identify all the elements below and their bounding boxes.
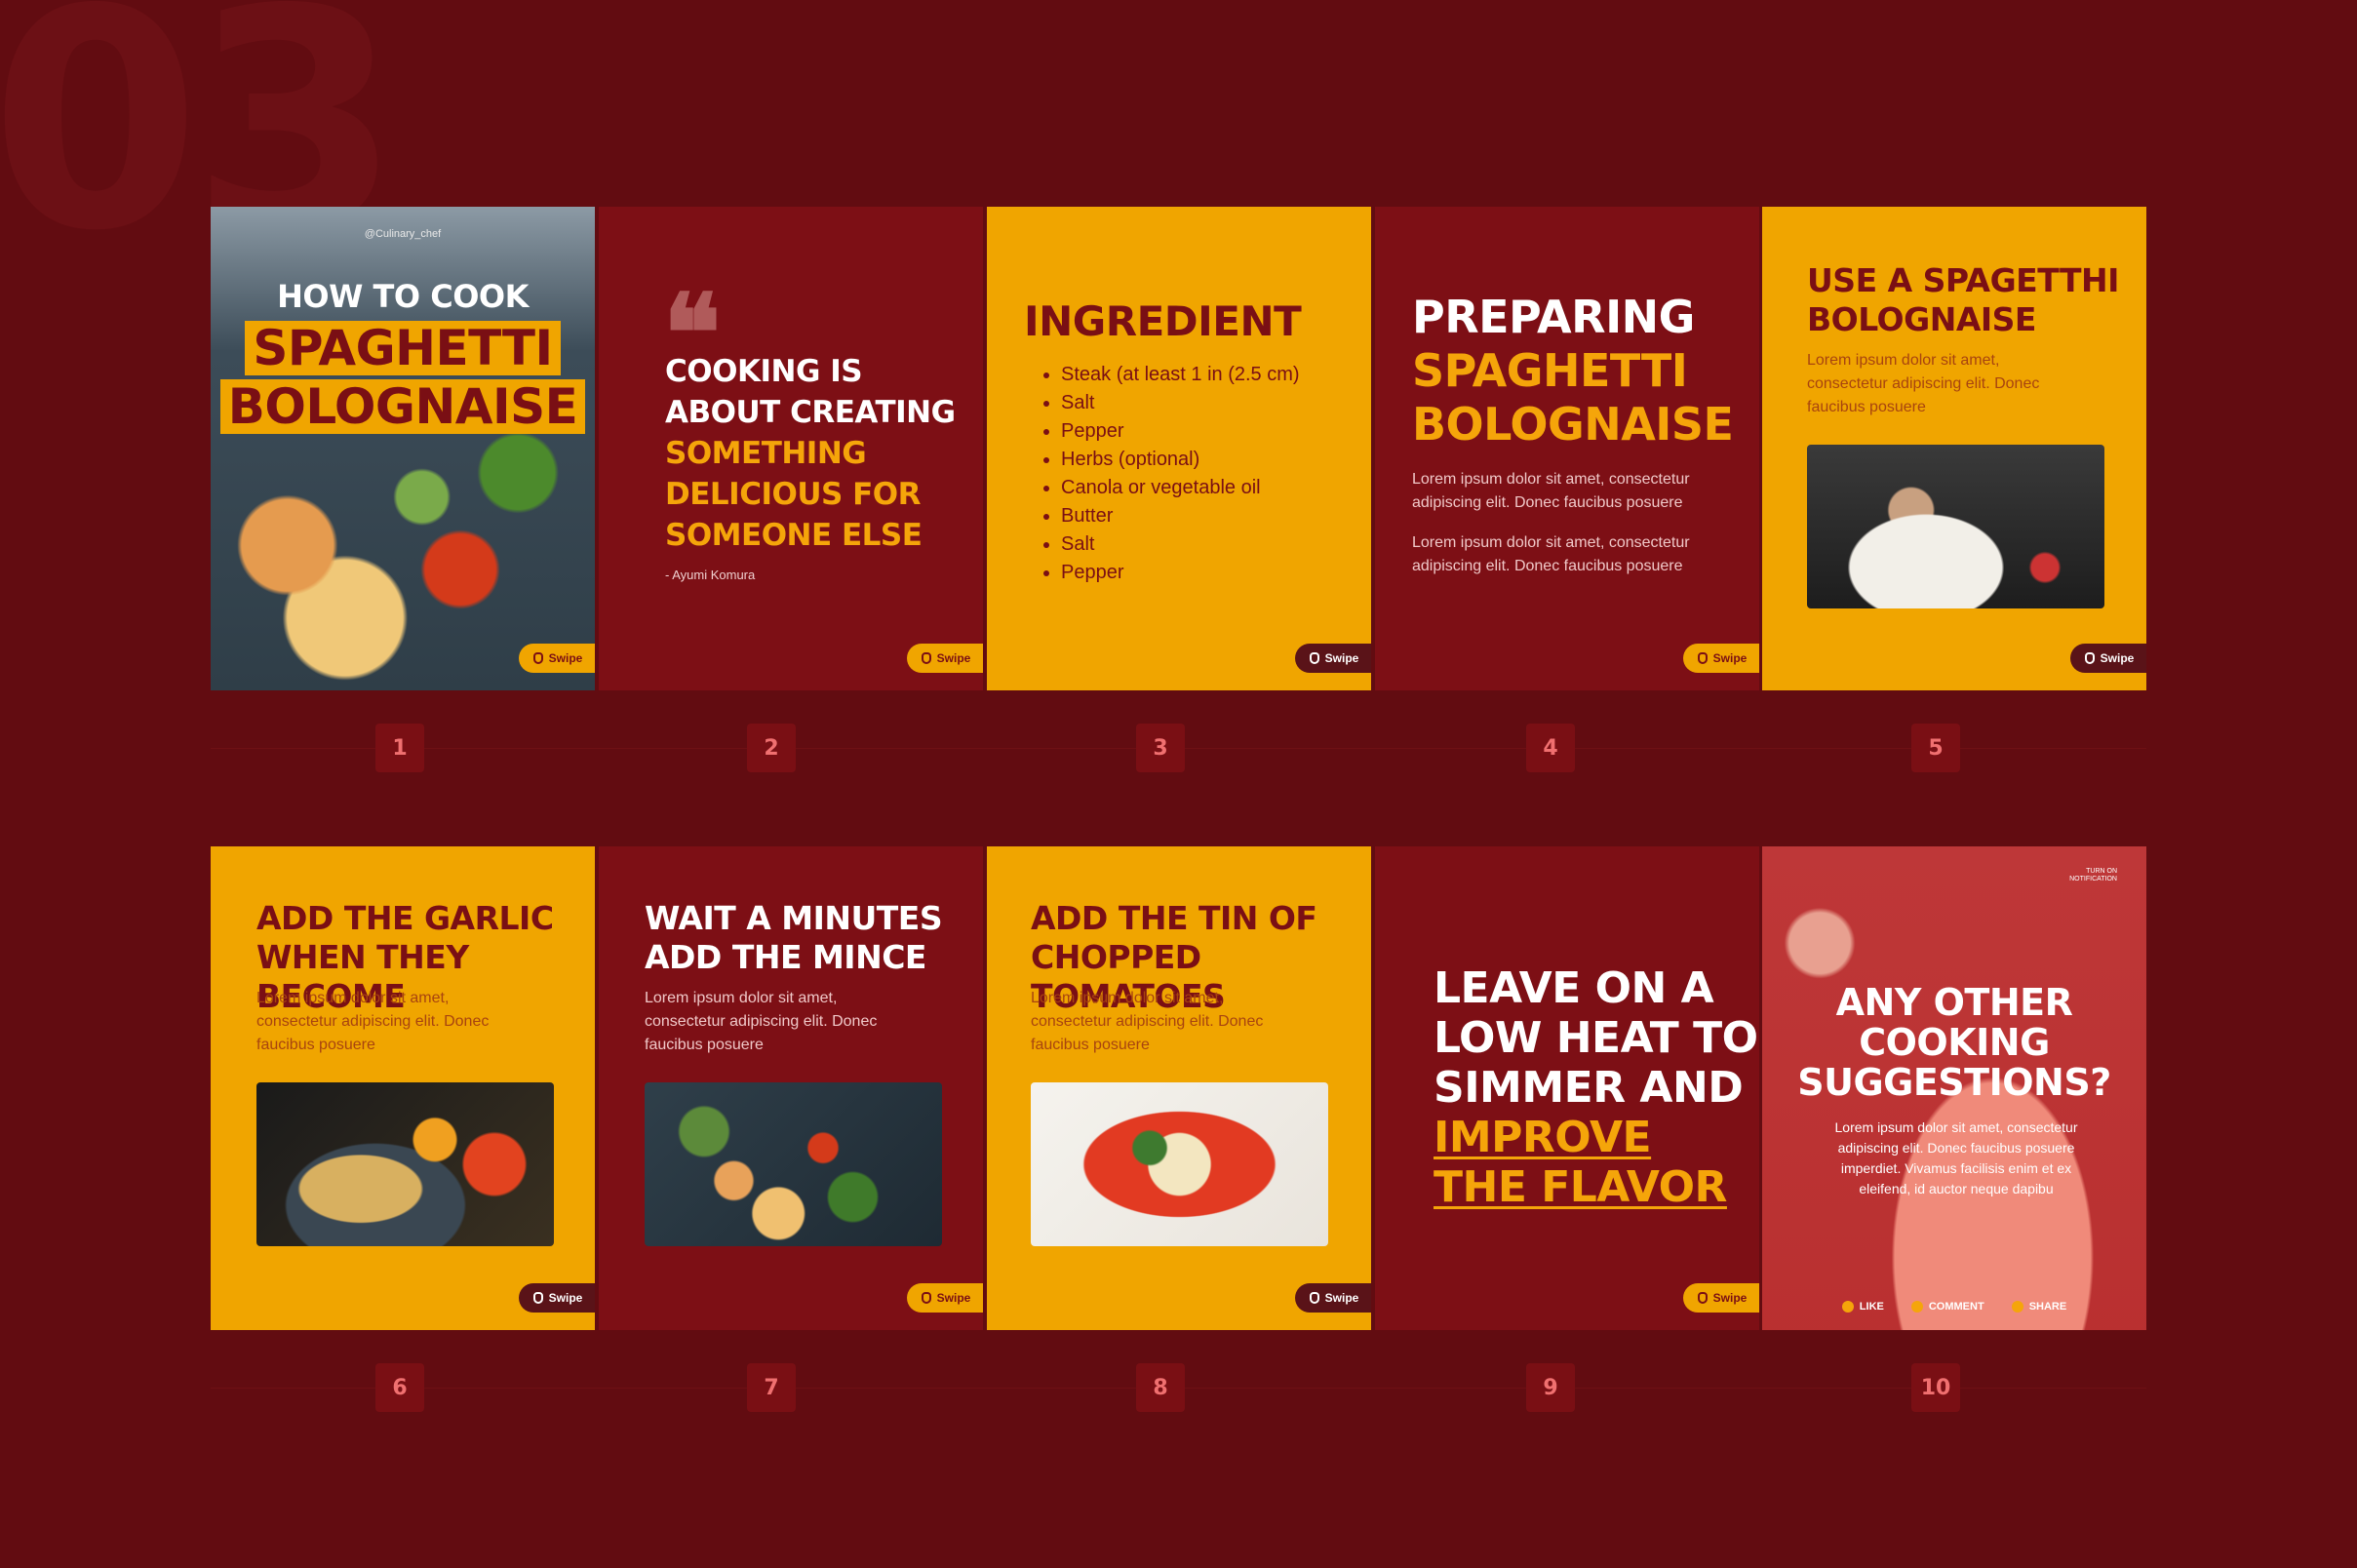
hand-icon xyxy=(1309,652,1319,664)
simmer-line-4: IMPROVE xyxy=(1434,1113,1652,1162)
step-line-1: ADD THE TIN OF xyxy=(1031,899,1317,937)
preparing-paragraph-2: Lorem ipsum dolor sit amet, consectetur … xyxy=(1412,534,1690,574)
slide-number-2: 2 xyxy=(747,724,796,772)
preparing-line-1: PREPARING xyxy=(1412,291,1695,343)
preparing-line-3: BOLOGNAISE xyxy=(1412,398,1734,451)
slide-number-9: 9 xyxy=(1526,1363,1575,1412)
step-line-1: ADD THE GARLIC xyxy=(256,899,554,937)
preparing-line-2: SPAGHETTI xyxy=(1412,344,1688,397)
hand-icon xyxy=(1697,652,1708,664)
slide-number-6: 6 xyxy=(375,1363,424,1412)
slide-4-preparing[interactable]: PREPARING SPAGHETTI BOLOGNAISE Lorem ips… xyxy=(1375,207,1759,690)
swipe-button[interactable]: Swipe xyxy=(1683,644,1759,673)
step-line-1: WAIT A MINUTES xyxy=(645,899,943,937)
slide-10-suggestions[interactable]: TURN ON NOTIFICATION ANY OTHER COOKING S… xyxy=(1762,846,2146,1330)
swipe-button[interactable]: Swipe xyxy=(1295,1283,1371,1313)
swipe-button[interactable]: Swipe xyxy=(907,644,983,673)
slide-number-4: 4 xyxy=(1526,724,1575,772)
hand-icon xyxy=(532,652,543,664)
cover-line-2: SPAGHETTI xyxy=(245,320,561,375)
handle-text: @Culinary_chef xyxy=(364,228,442,240)
row-2: ADD THE GARLIC WHEN THEY BECOME Lorem ip… xyxy=(211,846,2146,1412)
slide-9-simmer[interactable]: LEAVE ON A LOW HEAT TO SIMMER AND IMPROV… xyxy=(1375,846,1759,1330)
quote-line-5: SOMEONE ELSE xyxy=(665,518,923,553)
slide-number-3: 3 xyxy=(1136,724,1185,772)
like-button[interactable]: LIKE xyxy=(1841,1301,1884,1313)
step-paragraph: Lorem ipsum dolor sit amet, consectetur … xyxy=(1031,990,1264,1053)
step-paragraph: Lorem ipsum dolor sit amet, consectetur … xyxy=(645,990,878,1053)
slide-2-quote[interactable]: ❝ COOKING IS ABOUT CREATING SOMETHING DE… xyxy=(599,207,983,690)
suggestions-line-1: ANY OTHER xyxy=(1835,981,2073,1024)
simmer-line-1: LEAVE ON A xyxy=(1434,963,1714,1013)
hand-icon xyxy=(1309,1292,1319,1304)
simmer-line-5: THE FLAVOR xyxy=(1434,1162,1727,1212)
step-paragraph: Lorem ipsum dolor sit amet, consectetur … xyxy=(1807,352,2040,415)
slide-number-10: 10 xyxy=(1911,1363,1960,1412)
ingredient-item: Herbs (optional) xyxy=(1061,446,1300,474)
share-icon xyxy=(2011,1301,2023,1313)
ingredient-item: Salt xyxy=(1061,389,1300,417)
kitchen-photo xyxy=(1807,445,2104,608)
slide-number-5: 5 xyxy=(1911,724,1960,772)
row-1: @Culinary_chef HOW TO COOK SPAGHETTI BOL… xyxy=(211,207,2146,772)
slide-8-tomatoes[interactable]: ADD THE TIN OF CHOPPED TOMATOES Lorem ip… xyxy=(987,846,1371,1330)
slide-7-mince[interactable]: WAIT A MINUTES ADD THE MINCE Lorem ipsum… xyxy=(599,846,983,1330)
swipe-button[interactable]: Swipe xyxy=(519,1283,595,1313)
hand-icon xyxy=(921,652,931,664)
step-line-2: BOLOGNAISE xyxy=(1807,300,2036,338)
social-actions: LIKE COMMENT SHARE xyxy=(1762,1301,2146,1313)
pasta-plate-photo xyxy=(256,1082,554,1246)
slide-number-7: 7 xyxy=(747,1363,796,1412)
slide-1-cover[interactable]: @Culinary_chef HOW TO COOK SPAGHETTI BOL… xyxy=(211,207,595,690)
step-paragraph: Lorem ipsum dolor sit amet, consectetur … xyxy=(256,990,490,1053)
slide-number-1: 1 xyxy=(375,724,424,772)
swipe-button[interactable]: Swipe xyxy=(519,644,595,673)
hand-icon xyxy=(1697,1292,1708,1304)
comment-button[interactable]: COMMENT xyxy=(1910,1301,1984,1313)
quote-line-2: ABOUT CREATING xyxy=(665,395,956,430)
step-line-1: USE A SPAGETTHI xyxy=(1807,261,2119,299)
step-line-2: ADD THE MINCE xyxy=(645,938,926,976)
ingredient-list: Steak (at least 1 in (2.5 cm) Salt Peppe… xyxy=(1041,361,1300,587)
notification-text: TURN ON NOTIFICATION xyxy=(2069,868,2117,883)
quote-author: - Ayumi Komura xyxy=(665,568,756,582)
ingredient-item: Canola or vegetable oil xyxy=(1061,474,1300,502)
shrimp-pasta-photo xyxy=(645,1082,942,1246)
slide-number-8: 8 xyxy=(1136,1363,1185,1412)
quote-line-3: SOMETHING xyxy=(665,436,867,471)
ingredient-item: Butter xyxy=(1061,502,1300,530)
cover-line-1: HOW TO COOK xyxy=(277,278,529,315)
simmer-line-2: LOW HEAT TO xyxy=(1434,1013,1758,1063)
swipe-button[interactable]: Swipe xyxy=(907,1283,983,1313)
slide-3-ingredients[interactable]: INGREDIENT Steak (at least 1 in (2.5 cm)… xyxy=(987,207,1371,690)
swipe-button[interactable]: Swipe xyxy=(2070,644,2146,673)
ingredient-item: Pepper xyxy=(1061,417,1300,446)
quote-line-1: COOKING IS xyxy=(665,354,863,389)
hand-icon xyxy=(532,1292,543,1304)
slides-grid: @Culinary_chef HOW TO COOK SPAGHETTI BOL… xyxy=(211,207,2146,1412)
ingredient-item: Pepper xyxy=(1061,559,1300,587)
slide-6-garlic[interactable]: ADD THE GARLIC WHEN THEY BECOME Lorem ip… xyxy=(211,846,595,1330)
slide-5-spaghetti[interactable]: USE A SPAGETTHI BOLOGNAISE Lorem ipsum d… xyxy=(1762,207,2146,690)
tomato-spaghetti-photo xyxy=(1031,1082,1328,1246)
ingredient-title: INGREDIENT xyxy=(1024,297,1302,345)
suggestions-line-2: COOKING xyxy=(1859,1021,2050,1064)
suggestions-paragraph: Lorem ipsum dolor sit amet, consectetur … xyxy=(1834,1119,2078,1196)
preparing-paragraph-1: Lorem ipsum dolor sit amet, consectetur … xyxy=(1412,471,1690,511)
hand-icon xyxy=(2084,652,2095,664)
simmer-line-3: SIMMER AND xyxy=(1434,1063,1744,1113)
comment-icon xyxy=(1910,1301,1923,1313)
quote-line-4: DELICIOUS FOR xyxy=(665,477,922,512)
hand-icon xyxy=(921,1292,931,1304)
share-button[interactable]: SHARE xyxy=(2011,1301,2066,1313)
heart-icon xyxy=(1841,1301,1854,1313)
suggestions-line-3: SUGGESTIONS? xyxy=(1797,1061,2111,1104)
swipe-button[interactable]: Swipe xyxy=(1295,644,1371,673)
ingredient-item: Steak (at least 1 in (2.5 cm) xyxy=(1061,361,1300,389)
cover-line-3: BOLOGNAISE xyxy=(219,378,586,434)
swipe-button[interactable]: Swipe xyxy=(1683,1283,1759,1313)
ingredient-item: Salt xyxy=(1061,530,1300,559)
